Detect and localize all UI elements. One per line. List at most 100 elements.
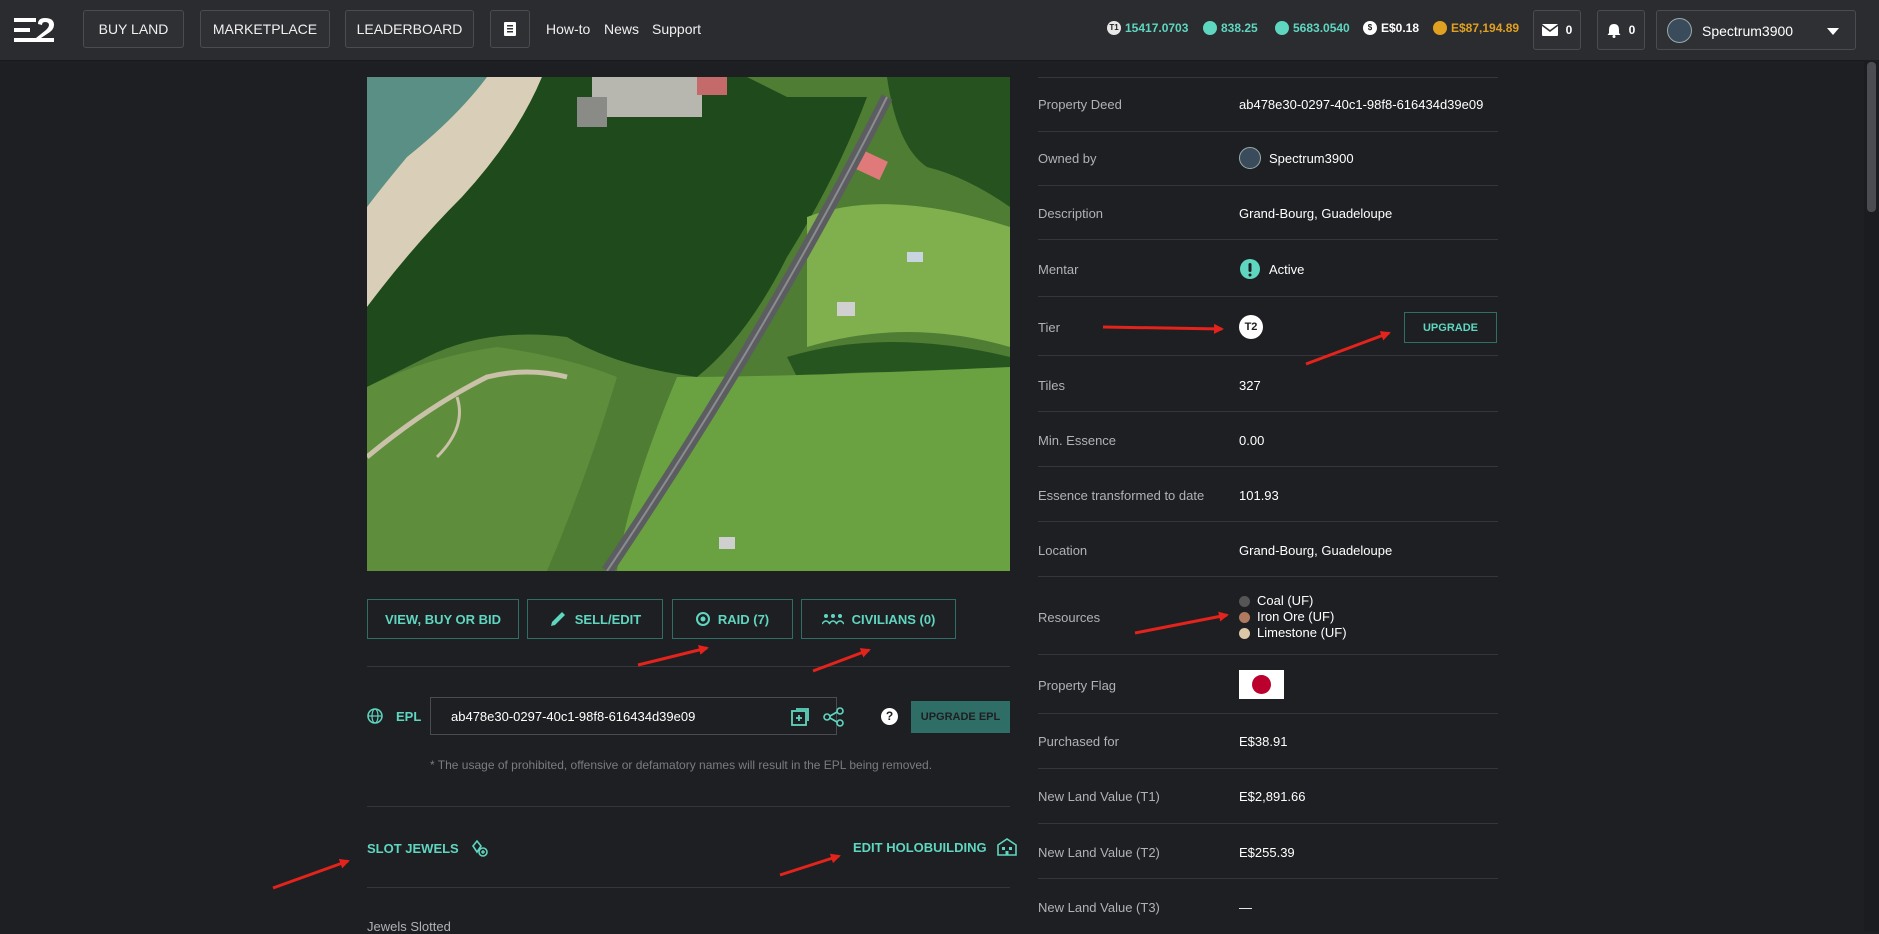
owned-by-label: Owned by bbox=[1038, 151, 1097, 166]
view-buy-bid-button[interactable]: VIEW, BUY OR BID bbox=[367, 599, 519, 639]
howto-link[interactable]: How-to bbox=[546, 21, 590, 37]
row-separator bbox=[1038, 654, 1498, 655]
civilians-label: CIVILIANS (0) bbox=[851, 611, 936, 627]
sell-edit-label: SELL/EDIT bbox=[574, 611, 642, 627]
owner-avatar bbox=[1239, 147, 1261, 169]
arrow-to-raid bbox=[637, 645, 709, 667]
pencil-icon bbox=[550, 612, 565, 626]
resource-item: Coal (UF) bbox=[1239, 593, 1347, 609]
t1-token-icon: T1 bbox=[1107, 21, 1121, 35]
globe-icon bbox=[367, 708, 383, 724]
satellite-map[interactable] bbox=[367, 77, 1010, 571]
essence-value: 101.93 bbox=[1239, 488, 1279, 503]
divider bbox=[367, 806, 1010, 807]
location-value: Grand-Bourg, Guadeloupe bbox=[1239, 543, 1393, 558]
notifications-count: 0 bbox=[1628, 23, 1636, 37]
buy-land-button[interactable]: BUY LAND bbox=[83, 10, 184, 48]
raid-label: RAID (7) bbox=[717, 611, 770, 627]
tier-badge: T2 bbox=[1239, 315, 1263, 339]
chevron-down-icon bbox=[1827, 28, 1839, 35]
arrow-to-edit-holobuilding bbox=[779, 853, 841, 877]
flag-circle bbox=[1252, 675, 1271, 694]
balance-gold-value: E$87,194.89 bbox=[1451, 21, 1520, 35]
balance-gold: E$87,194.89 bbox=[1433, 21, 1519, 35]
user-menu[interactable]: Spectrum3900 bbox=[1656, 10, 1856, 50]
logo-icon[interactable] bbox=[14, 16, 56, 44]
property-deed-value: ab478e30-0297-40c1-98f8-616434d39e09 bbox=[1239, 97, 1484, 112]
mail-button[interactable]: 0 bbox=[1533, 10, 1581, 50]
edit-holobuilding-link[interactable]: EDIT HOLOBUILDING bbox=[853, 838, 1017, 856]
tiles-label: Tiles bbox=[1038, 378, 1065, 393]
book-button[interactable] bbox=[490, 10, 530, 48]
t2-value-label: New Land Value (T2) bbox=[1038, 845, 1160, 860]
resource-item: Iron Ore (UF) bbox=[1239, 609, 1347, 625]
upgrade-epl-button[interactable]: UPGRADE EPL bbox=[911, 701, 1010, 733]
t2-value: E$255.39 bbox=[1239, 845, 1295, 860]
japan-flag-icon[interactable] bbox=[1239, 670, 1284, 699]
coal-icon bbox=[1239, 595, 1250, 607]
raid-button[interactable]: RAID (7) bbox=[672, 599, 793, 639]
mail-icon bbox=[1541, 24, 1558, 36]
property-deed-label: Property Deed bbox=[1038, 97, 1122, 112]
row-separator bbox=[1038, 411, 1498, 412]
description-value: Grand-Bourg, Guadeloupe bbox=[1239, 206, 1393, 221]
slot-jewels-link[interactable]: SLOT JEWELS bbox=[367, 838, 489, 858]
balance-t1-value: 15417.0703 bbox=[1125, 21, 1189, 35]
sell-edit-button[interactable]: SELL/EDIT bbox=[527, 599, 663, 639]
balance-usd: $ E$0.18 bbox=[1363, 21, 1419, 35]
utility-token-icon bbox=[1275, 21, 1289, 35]
row-separator bbox=[1038, 355, 1498, 356]
epl-field[interactable]: ab478e30-0297-40c1-98f8-616434d39e09 bbox=[430, 697, 844, 735]
row-separator bbox=[1038, 521, 1498, 522]
building-icon bbox=[996, 838, 1017, 856]
mentar-icon bbox=[1240, 259, 1260, 279]
tiles-value: 327 bbox=[1239, 378, 1261, 393]
row-separator bbox=[1038, 576, 1498, 577]
raid-icon bbox=[695, 612, 710, 626]
balance-2-value: 838.25 bbox=[1221, 21, 1258, 35]
mentar-value: Active bbox=[1269, 261, 1305, 277]
row-separator bbox=[1038, 713, 1498, 714]
purchased-value: E$38.91 bbox=[1239, 734, 1288, 749]
notifications-button[interactable]: 0 bbox=[1597, 10, 1645, 50]
row-separator bbox=[1038, 823, 1498, 824]
balance-usd-value: E$0.18 bbox=[1381, 21, 1420, 35]
description-label: Description bbox=[1038, 206, 1104, 221]
essence-token-icon bbox=[1203, 21, 1217, 35]
share-icon[interactable] bbox=[823, 707, 845, 727]
civilians-button[interactable]: CIVILIANS (0) bbox=[801, 599, 956, 639]
jewels-slotted-label: Jewels Slotted bbox=[367, 919, 451, 934]
user-name: Spectrum3900 bbox=[1702, 23, 1794, 39]
mentar-label: Mentar bbox=[1038, 262, 1079, 277]
copy-icon[interactable] bbox=[790, 707, 810, 727]
t3-value-label: New Land Value (T3) bbox=[1038, 900, 1160, 915]
arrow-to-upgrade bbox=[1305, 331, 1391, 366]
help-icon[interactable]: ? bbox=[881, 708, 898, 725]
resources-list: Coal (UF) Iron Ore (UF) Limestone (UF) bbox=[1239, 593, 1347, 641]
epl-note: * The usage of prohibited, offensive or … bbox=[430, 758, 933, 772]
leaderboard-button[interactable]: LEADERBOARD bbox=[345, 10, 474, 48]
essence-label: Essence transformed to date bbox=[1038, 488, 1205, 503]
owner-name[interactable]: Spectrum3900 bbox=[1269, 151, 1354, 166]
limestone-icon bbox=[1239, 627, 1250, 639]
support-link[interactable]: Support bbox=[652, 21, 701, 37]
t1-value: E$2,891.66 bbox=[1239, 789, 1306, 804]
resources-label: Resources bbox=[1038, 610, 1101, 625]
user-avatar bbox=[1667, 18, 1692, 43]
news-link[interactable]: News bbox=[604, 21, 639, 37]
book-icon bbox=[504, 22, 516, 36]
slot-jewels-label: SLOT JEWELS bbox=[367, 840, 459, 856]
scrollbar-thumb[interactable] bbox=[1867, 62, 1876, 212]
row-separator bbox=[1038, 77, 1498, 78]
row-separator bbox=[1038, 239, 1498, 240]
upgrade-tier-button[interactable]: UPGRADE bbox=[1404, 312, 1497, 343]
min-essence-label: Min. Essence bbox=[1038, 433, 1117, 448]
row-separator bbox=[1038, 185, 1498, 186]
arrow-to-civilians bbox=[812, 648, 871, 673]
marketplace-button[interactable]: MARKETPLACE bbox=[200, 10, 330, 48]
location-label: Location bbox=[1038, 543, 1088, 558]
row-separator bbox=[1038, 768, 1498, 769]
resource-coal: Coal (UF) bbox=[1257, 593, 1314, 608]
balance-t1: T1 15417.0703 bbox=[1107, 21, 1188, 35]
owner[interactable]: Spectrum3900 bbox=[1239, 147, 1354, 169]
